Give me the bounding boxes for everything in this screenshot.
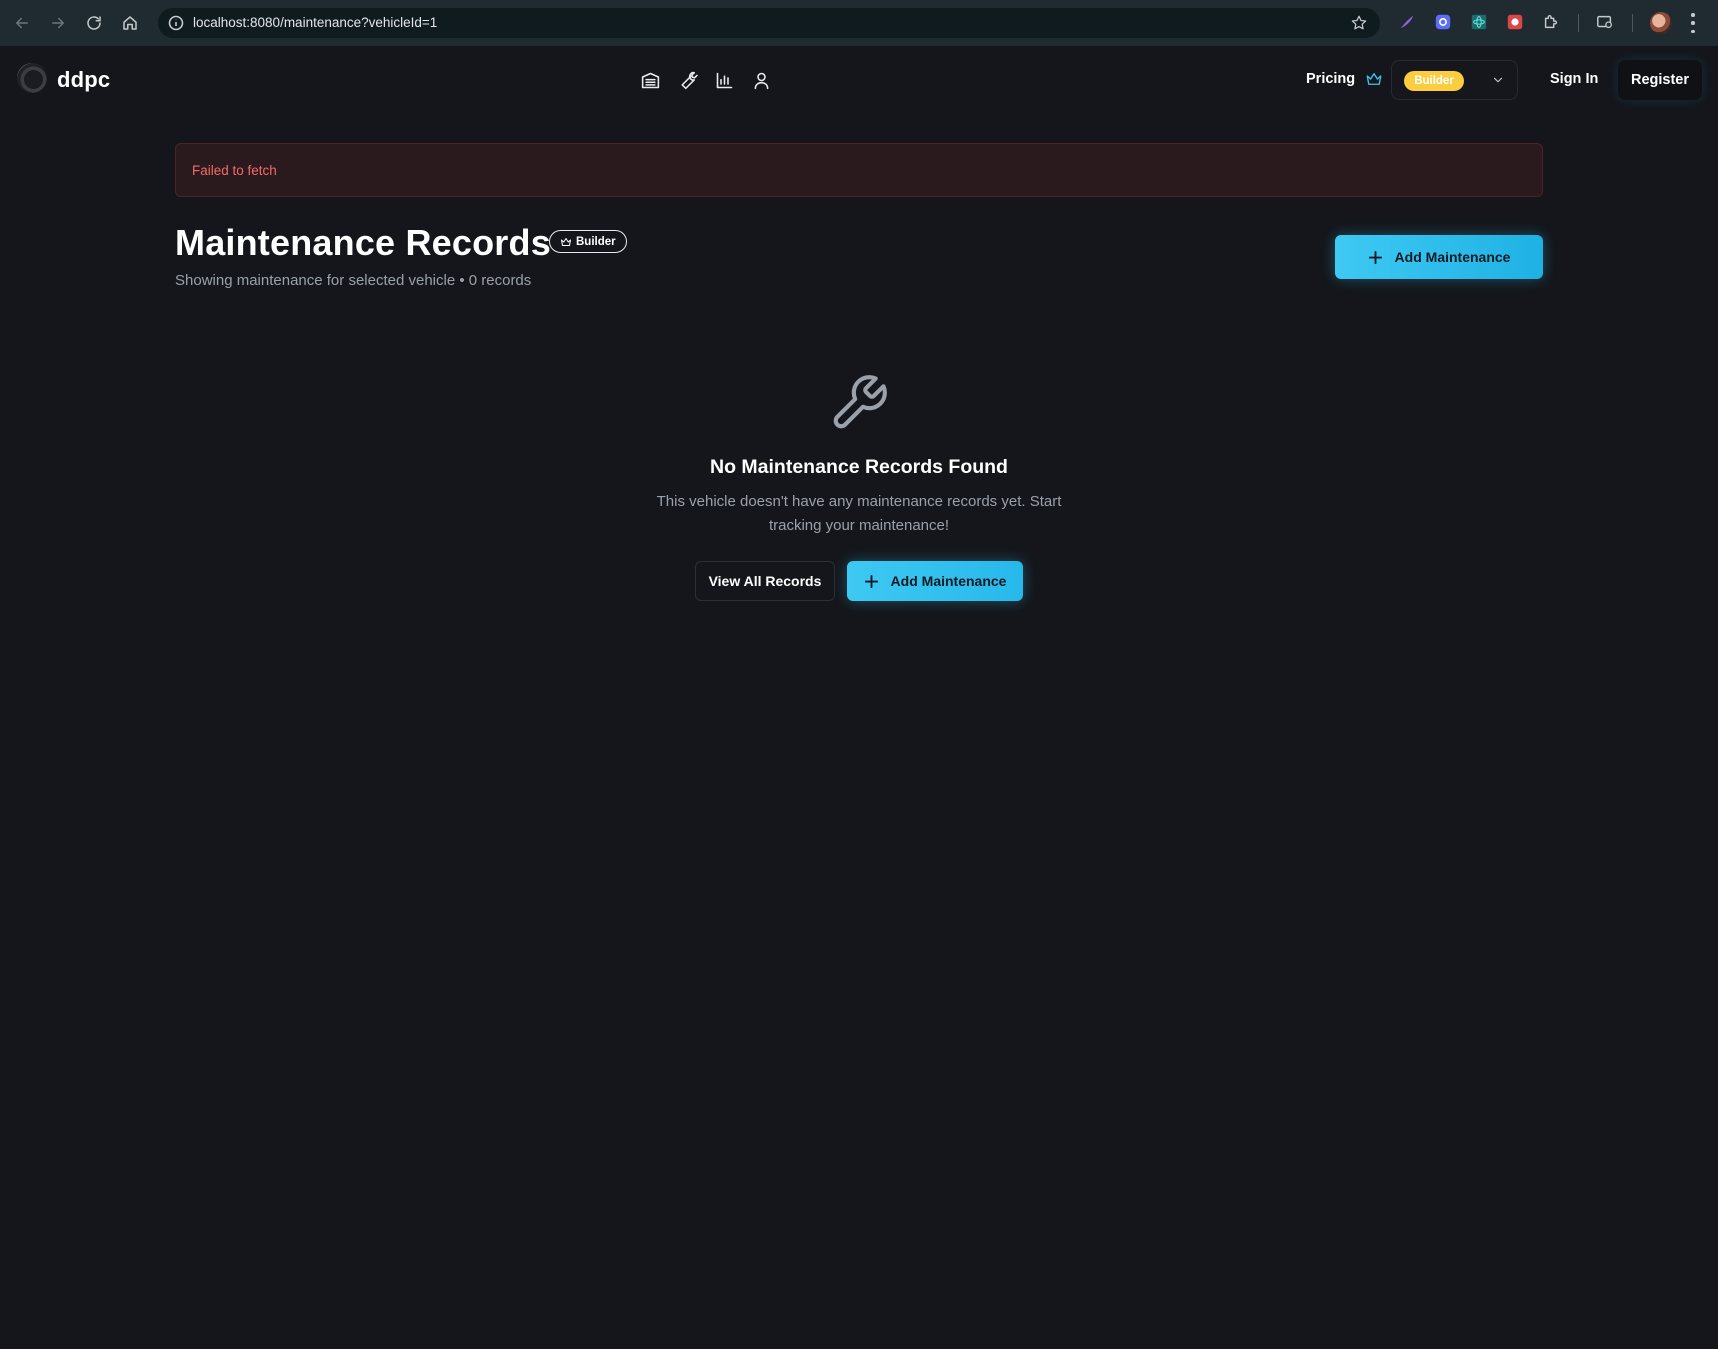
forward-button[interactable] [44,9,72,37]
arrow-left-icon [16,17,28,29]
browser-menu-icon[interactable] [1690,13,1696,33]
page-subtitle: Showing maintenance for selected vehicle… [175,272,532,289]
plus-icon [1368,250,1382,264]
toolbar-divider [1578,14,1579,32]
empty-state-description: This vehicle doesn't have any maintenanc… [656,493,1062,534]
plus-icon [864,574,878,588]
reload-icon [87,16,101,30]
register-button[interactable]: Register [1618,60,1702,100]
chevron-down-icon [1491,73,1505,92]
wrench-icon [828,372,890,434]
view-all-records-button[interactable]: View All Records [695,561,835,601]
reload-button[interactable] [80,9,108,37]
home-icon [123,16,137,30]
header-nav [638,68,773,92]
extension-feather-icon[interactable] [1397,12,1417,32]
crown-icon [561,237,571,246]
tab-search-icon[interactable] [1595,12,1615,32]
address-bar[interactable]: localhost:8080/maintenance?vehicleId=1 [158,8,1380,38]
error-message: Failed to fetch [192,163,277,178]
site-info-icon[interactable] [168,15,184,31]
brand-name[interactable]: ddpc [57,67,110,93]
crown-icon [1365,70,1383,93]
app-header: ddpc Pricing Builder Sign In Register [0,46,1718,112]
plan-tier-badge: Builder [549,230,627,253]
wrench-icon[interactable] [675,68,699,92]
plan-selector[interactable]: Builder [1391,60,1518,100]
garage-icon[interactable] [638,68,662,92]
extensions-puzzle-icon[interactable] [1541,12,1561,32]
add-maintenance-button[interactable]: Add Maintenance [1335,235,1543,279]
home-button[interactable] [116,9,144,37]
extension-gear-icon[interactable] [1433,12,1453,32]
add-maintenance-button-empty[interactable]: Add Maintenance [847,561,1023,601]
page-title: Maintenance Records [175,222,551,263]
extension-red-icon[interactable] [1505,12,1525,32]
sign-in-link[interactable]: Sign In [1550,71,1598,87]
add-maintenance-label: Add Maintenance [890,573,1007,589]
badge-label: Builder [576,235,616,248]
chart-icon[interactable] [712,68,736,92]
bookmark-star-icon[interactable] [1350,14,1368,37]
user-icon[interactable] [749,68,773,92]
toolbar-divider [1632,14,1633,32]
back-button[interactable] [8,9,36,37]
empty-state-title: No Maintenance Records Found [710,456,1008,478]
error-banner: Failed to fetch [175,143,1543,197]
url-text[interactable]: localhost:8080/maintenance?vehicleId=1 [193,15,437,30]
browser-toolbar: localhost:8080/maintenance?vehicleId=1 [0,0,1718,46]
plan-badge: Builder [1404,71,1464,91]
arrow-right-icon [52,17,64,29]
logo-icon[interactable] [17,63,47,93]
extension-react-icon[interactable] [1469,12,1489,32]
add-maintenance-label: Add Maintenance [1394,249,1511,265]
profile-avatar[interactable] [1650,12,1672,34]
pricing-link[interactable]: Pricing [1306,71,1355,87]
